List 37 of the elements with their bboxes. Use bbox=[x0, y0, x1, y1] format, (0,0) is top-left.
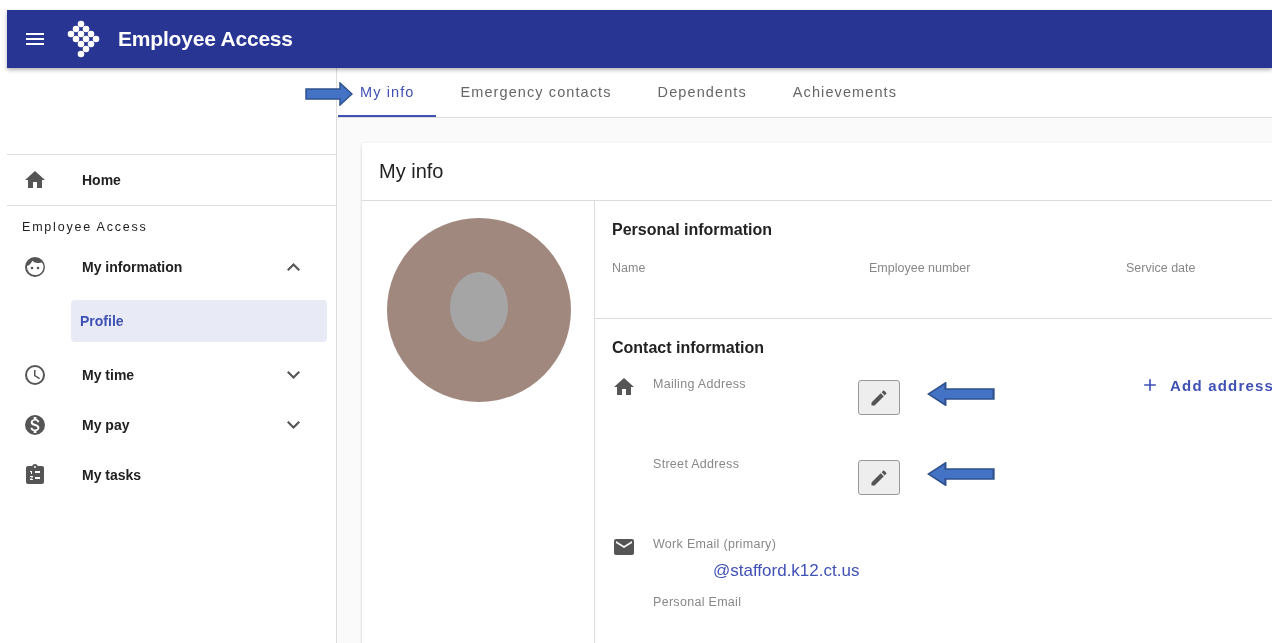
edit-button[interactable] bbox=[858, 380, 900, 415]
field-label: Personal Email bbox=[653, 594, 743, 609]
card-title: My info bbox=[379, 160, 444, 183]
chevron-up-icon bbox=[287, 263, 300, 271]
clock-icon bbox=[23, 363, 47, 387]
nav-item[interactable]: My time bbox=[7, 350, 328, 400]
edit-button[interactable] bbox=[858, 460, 900, 495]
annotation-arrow bbox=[305, 82, 353, 106]
annotation-arrow bbox=[927, 462, 995, 486]
nav-item[interactable]: My pay bbox=[7, 400, 328, 450]
tab[interactable]: My info bbox=[338, 68, 437, 117]
nav-item[interactable]: Profile bbox=[71, 300, 327, 342]
email-value: @stafford.k12.ct.us bbox=[713, 561, 860, 581]
field-label: Street Address bbox=[653, 456, 741, 473]
section-heading: Contact information bbox=[612, 339, 765, 357]
pencil-icon bbox=[869, 387, 889, 408]
tab[interactable]: Dependents bbox=[635, 68, 769, 117]
face-icon bbox=[23, 255, 47, 279]
tab[interactable]: Achievements bbox=[770, 68, 920, 117]
field-label: Name bbox=[612, 261, 647, 275]
chevron-down-icon bbox=[287, 371, 300, 379]
nav-item[interactable]: My tasks bbox=[7, 450, 328, 500]
nav-item[interactable]: Home bbox=[7, 155, 328, 205]
tab[interactable]: Emergency contacts bbox=[438, 68, 634, 117]
field-label: Mailing Address bbox=[653, 376, 747, 393]
field-label: Work Email (primary) bbox=[653, 536, 778, 551]
field-label: Service date bbox=[1126, 261, 1197, 275]
dollar-icon bbox=[23, 413, 47, 437]
chevron-down-icon bbox=[287, 421, 300, 429]
app-title: Employee Access bbox=[118, 27, 293, 51]
nav-item[interactable]: My information bbox=[7, 242, 328, 292]
field-label: Employee number bbox=[869, 261, 972, 275]
annotation-arrow bbox=[927, 382, 995, 406]
section-heading: Employee Access bbox=[21, 219, 149, 236]
section-heading: Personal information bbox=[612, 221, 774, 239]
pencil-icon bbox=[869, 467, 889, 488]
clipboard-icon bbox=[23, 463, 47, 487]
